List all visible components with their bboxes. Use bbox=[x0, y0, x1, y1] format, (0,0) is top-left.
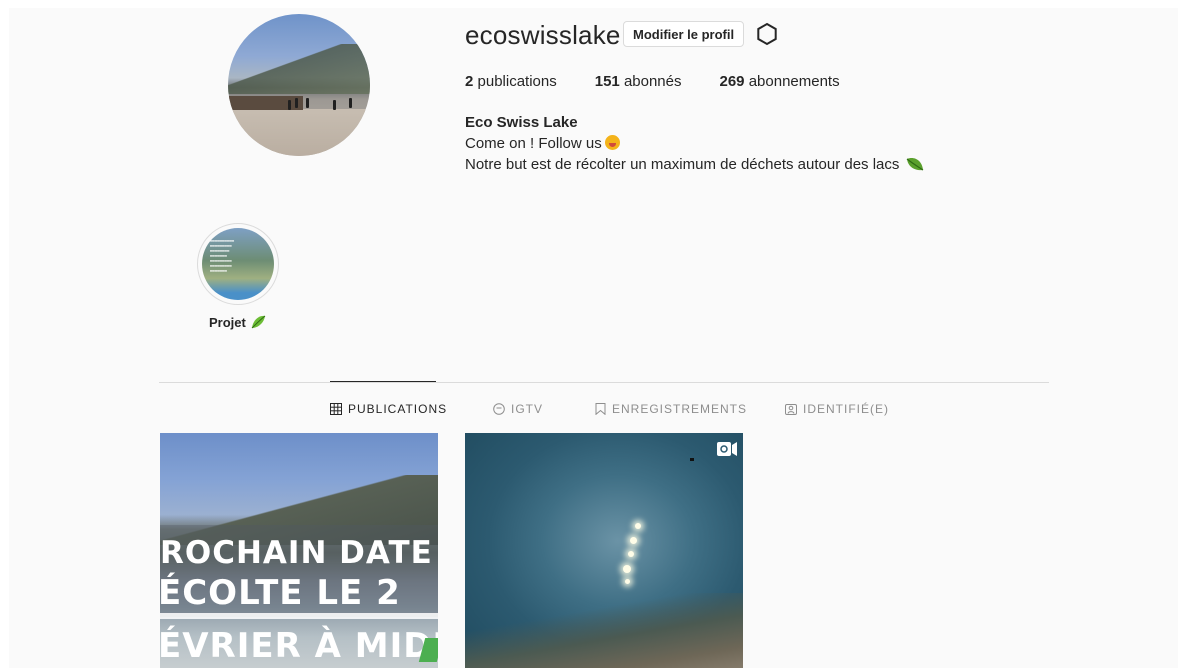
squinting-tongue-emoji-icon bbox=[604, 135, 620, 150]
highlight-cover-text: ▬▬▬▬▬▬▬▬▬▬ ▬▬▬▬▬▬▬▬▬ ▬▬▬▬▬▬▬▬ ▬▬▬▬▬▬▬ ▬▬▬▬▬▬… bbox=[210, 238, 235, 273]
post-overlay-line-1: ROCHAIN DATE D bbox=[160, 535, 438, 571]
post-bird bbox=[690, 458, 694, 461]
bio-line-1-text: Come on ! Follow us bbox=[465, 135, 602, 152]
tab-igtv[interactable]: IGTV bbox=[493, 402, 543, 416]
profile-username: ecoswisslake bbox=[465, 20, 621, 50]
avatar-wall bbox=[228, 96, 303, 110]
profile-avatar[interactable] bbox=[228, 14, 370, 156]
tab-identifie-label: IDENTIFIÉ(E) bbox=[803, 402, 889, 416]
tabs-divider bbox=[159, 382, 1049, 383]
post-overlay-line-3: ÉVRIER À MIDI bbox=[160, 626, 438, 666]
bookmark-icon bbox=[595, 403, 606, 415]
avatar-ground bbox=[228, 109, 370, 156]
grid-icon bbox=[330, 403, 342, 415]
avatar-mountain bbox=[228, 44, 370, 94]
highlight-cover: ▬▬▬▬▬▬▬▬▬▬ ▬▬▬▬▬▬▬▬▬ ▬▬▬▬▬▬▬▬ ▬▬▬▬▬▬▬ ▬▬▬▬▬▬… bbox=[202, 228, 274, 300]
leaf-icon bbox=[906, 158, 923, 171]
post-sparkle bbox=[635, 523, 641, 529]
bio-line-2-text: Notre but est de récolter un maximum de … bbox=[465, 156, 900, 173]
posts-stat: 2 publications bbox=[465, 73, 557, 90]
gear-icon[interactable] bbox=[755, 22, 779, 46]
profile-full-name: Eco Swiss Lake bbox=[465, 114, 578, 131]
avatar-person bbox=[349, 98, 352, 108]
bio-line-1: Come on ! Follow us bbox=[465, 133, 924, 154]
tab-igtv-label: IGTV bbox=[511, 402, 544, 416]
tab-enregistrements[interactable]: ENREGISTREMENTS bbox=[595, 402, 747, 416]
followers-count: 151 bbox=[594, 73, 620, 90]
post-sparkle bbox=[623, 565, 631, 573]
edit-profile-button[interactable]: Modifier le profil bbox=[623, 21, 745, 47]
post-thumbnail[interactable]: ROCHAIN DATE D ÉCOLTE LE 2 ÉVRIER À MIDI bbox=[160, 433, 438, 668]
tab-enregistrements-label: ENREGISTREMENTS bbox=[612, 402, 748, 416]
post-overlay-line-2: ÉCOLTE LE 2 bbox=[160, 573, 401, 613]
following-count: 269 bbox=[719, 73, 745, 90]
story-highlight[interactable]: ▬▬▬▬▬▬▬▬▬▬ ▬▬▬▬▬▬▬▬▬ ▬▬▬▬▬▬▬▬ ▬▬▬▬▬▬▬ ▬▬▬▬▬▬… bbox=[197, 223, 279, 305]
tab-identifie[interactable]: IDENTIFIÉ(E) bbox=[785, 402, 889, 416]
tab-publications-label: PUBLICATIONS bbox=[348, 402, 448, 416]
leaf-icon bbox=[252, 315, 266, 329]
followers-stat[interactable]: 151 abonnés bbox=[595, 73, 682, 90]
following-label: abonnements bbox=[748, 73, 840, 90]
posts-count: 2 bbox=[465, 73, 474, 90]
active-tab-indicator bbox=[330, 381, 436, 382]
posts-label: publications bbox=[477, 73, 557, 90]
post-thumbnail[interactable] bbox=[465, 433, 743, 668]
followers-label: abonnés bbox=[623, 73, 682, 90]
profile-bio: Eco Swiss Lake Come on ! Follow us Notre… bbox=[465, 112, 924, 175]
highlight-label-text: Projet bbox=[209, 315, 246, 330]
post-sparkle bbox=[628, 551, 634, 557]
avatar-person bbox=[295, 98, 298, 108]
following-stat[interactable]: 269 abonnements bbox=[720, 73, 840, 90]
bio-line-2: Notre but est de récolter un maximum de … bbox=[465, 154, 924, 175]
profile-stats: 2 publications 151 abonnés 269 abonnemen… bbox=[465, 73, 878, 90]
post-rocks bbox=[465, 593, 743, 668]
tab-publications[interactable]: PUBLICATIONS bbox=[330, 402, 447, 416]
avatar-person bbox=[288, 100, 291, 110]
tagged-user-icon bbox=[785, 404, 797, 415]
post-separator bbox=[160, 613, 438, 619]
avatar-person bbox=[333, 100, 336, 110]
video-icon bbox=[717, 442, 737, 456]
profile-page: ecoswisslake Modifier le profil 2 public… bbox=[9, 8, 1178, 668]
post-sparkle bbox=[630, 537, 637, 544]
highlight-label[interactable]: Projet bbox=[209, 315, 266, 330]
post-sparkle bbox=[625, 579, 630, 584]
avatar-person bbox=[306, 98, 309, 108]
igtv-icon bbox=[493, 403, 505, 415]
